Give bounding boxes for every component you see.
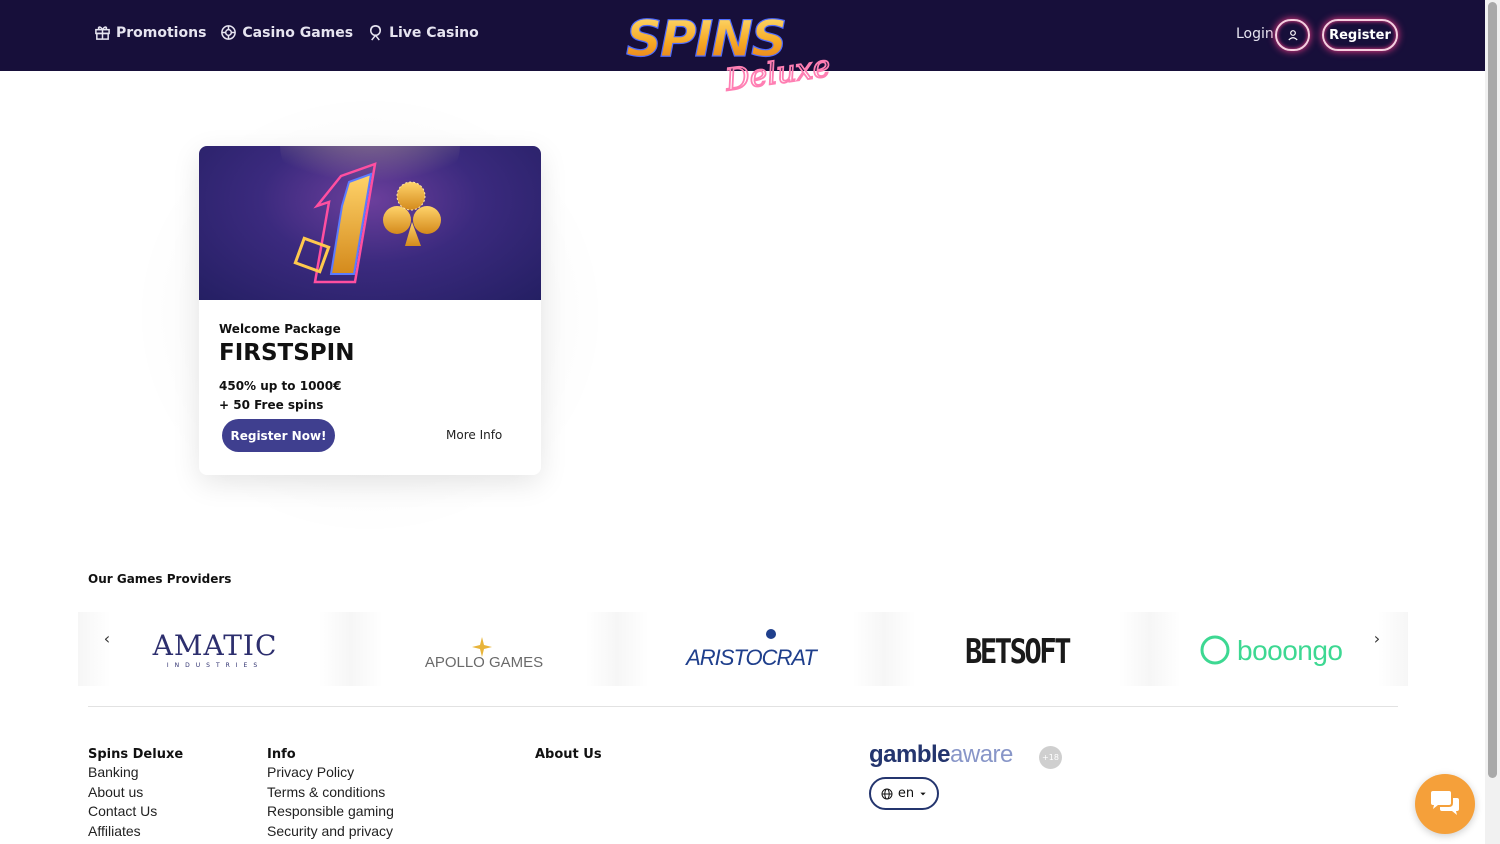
promo-banner-image xyxy=(199,146,541,300)
footer-heading: Spins Deluxe xyxy=(88,747,184,762)
footer-link-security[interactable]: Security and privacy xyxy=(267,822,394,842)
nav-promotions-label: Promotions xyxy=(116,24,207,41)
globe-icon xyxy=(881,788,893,799)
register-button[interactable]: Register xyxy=(1322,19,1398,51)
language-selector[interactable]: en xyxy=(869,777,939,810)
login-button[interactable] xyxy=(1275,19,1310,51)
carousel-prev-arrow[interactable]: ‹ xyxy=(99,629,115,649)
site-header: Promotions Casino Games Live Casino SPIN… xyxy=(0,0,1485,99)
footer-heading: About Us xyxy=(535,747,602,762)
caret-down-icon xyxy=(920,792,926,795)
language-value: en xyxy=(897,786,915,801)
more-info-link[interactable]: More Info xyxy=(446,428,502,442)
footer-col-info: Info Privacy Policy Terms & conditions R… xyxy=(267,747,394,841)
site-logo[interactable]: SPINS Deluxe xyxy=(622,4,867,99)
provider-apollo-logo: APOLLO GAMES xyxy=(425,654,543,671)
footer-divider xyxy=(88,706,1398,707)
footer-link-affiliates[interactable]: Affiliates xyxy=(88,822,183,842)
page-scrollbar[interactable] xyxy=(1485,0,1500,844)
chip-icon xyxy=(221,25,237,40)
user-icon xyxy=(1287,30,1298,41)
chat-icon xyxy=(1431,791,1459,815)
main-nav: Promotions Casino Games Live Casino xyxy=(94,24,479,41)
provider-booongo[interactable]: booongo xyxy=(1150,612,1408,686)
providers-heading: Our Games Providers xyxy=(88,572,232,586)
carousel-next-arrow[interactable]: › xyxy=(1369,629,1385,649)
dealer-icon xyxy=(370,25,382,41)
footer-link-terms[interactable]: Terms & conditions xyxy=(267,783,394,803)
scrollbar-thumb[interactable] xyxy=(1488,2,1497,778)
footer-link-contact-us[interactable]: Contact Us xyxy=(88,802,183,822)
promo-subtitle: Welcome Package xyxy=(219,322,341,336)
nav-live-casino[interactable]: Live Casino xyxy=(367,24,479,41)
providers-carousel: AMATIC INDUSTRIES APOLLO GAMES ARISTOCRA… xyxy=(78,612,1408,686)
nav-casino-games[interactable]: Casino Games xyxy=(220,24,353,41)
footer-link-about-us[interactable]: About us xyxy=(88,783,183,803)
footer-link-banking[interactable]: Banking xyxy=(88,763,183,783)
gambleaware-part2: aware xyxy=(950,741,1013,768)
nav-promotions[interactable]: Promotions xyxy=(94,24,206,41)
footer-heading: Info xyxy=(267,747,296,762)
footer-col-spins-deluxe: Spins Deluxe Banking About us Contact Us… xyxy=(88,747,183,841)
register-now-button[interactable]: Register Now! xyxy=(222,419,335,452)
gambleaware-logo[interactable]: gambleaware xyxy=(869,741,1013,769)
promo-bonus-line: 450% up to 1000€ xyxy=(219,379,342,393)
provider-amatic-sub: INDUSTRIES xyxy=(166,662,262,669)
nav-casino-games-label: Casino Games xyxy=(242,24,354,41)
provider-betsoft[interactable]: BETSOFT xyxy=(884,612,1150,686)
footer-col-about: About Us xyxy=(535,747,602,763)
footer-link-privacy-policy[interactable]: Privacy Policy xyxy=(267,763,394,783)
booongo-icon xyxy=(1200,635,1230,665)
gift-icon xyxy=(95,26,110,40)
gambleaware-part1: gamble xyxy=(869,741,951,768)
provider-apollo-games[interactable]: APOLLO GAMES xyxy=(351,612,617,686)
provider-aristocrat-logo: ARISTOCRAT xyxy=(684,645,818,670)
provider-aristocrat[interactable]: ARISTOCRAT xyxy=(617,612,884,686)
nav-live-casino-label: Live Casino xyxy=(389,24,479,41)
footer-link-responsible-gaming[interactable]: Responsible gaming xyxy=(267,802,394,822)
provider-amatic-logo: AMATIC xyxy=(151,629,277,662)
login-link[interactable]: Login xyxy=(1236,26,1274,42)
promo-title: FIRSTSPIN xyxy=(219,340,355,366)
live-chat-button[interactable] xyxy=(1415,774,1475,834)
dot-icon xyxy=(765,629,776,639)
provider-booongo-logo: booongo xyxy=(1237,635,1343,666)
promo-card: Welcome Package FIRSTSPIN 450% up to 100… xyxy=(199,146,541,475)
provider-amatic[interactable]: AMATIC INDUSTRIES xyxy=(78,612,351,686)
provider-betsoft-logo: BETSOFT xyxy=(965,633,1071,672)
promo-spins-line: + 50 Free spins xyxy=(219,398,324,412)
age-restriction-badge: +18 xyxy=(1039,746,1062,769)
